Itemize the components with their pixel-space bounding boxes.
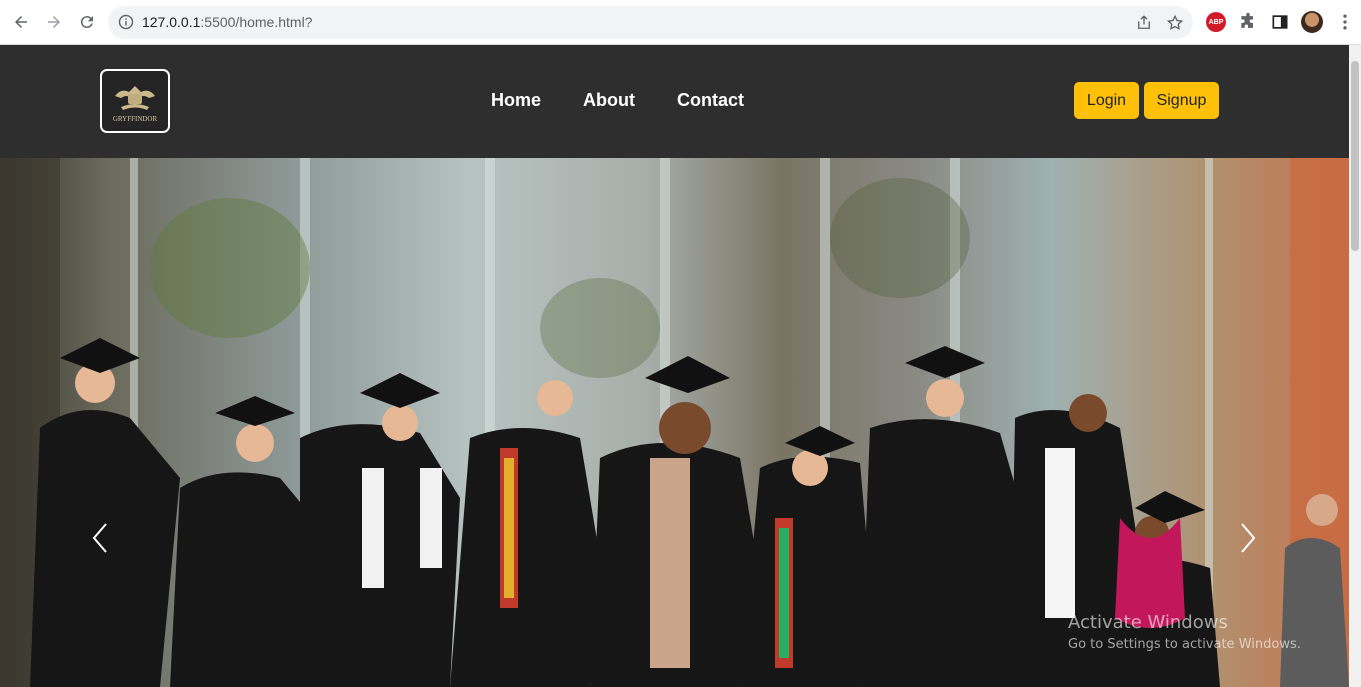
- bookmark-star-icon[interactable]: [1166, 14, 1184, 32]
- login-button[interactable]: Login: [1074, 82, 1139, 119]
- watermark-title: Activate Windows: [1068, 612, 1228, 633]
- profile-avatar[interactable]: [1301, 11, 1323, 33]
- brand-logo[interactable]: GRYFFINDOR: [100, 69, 170, 133]
- site-navbar: GRYFFINDOR Home About Contact Login Sign…: [0, 45, 1349, 158]
- windows-activation-watermark: Activate Windows Go to Settings to activ…: [1068, 612, 1301, 652]
- nav-contact-link[interactable]: Contact: [677, 90, 744, 111]
- reload-icon[interactable]: [75, 10, 99, 34]
- signup-button[interactable]: Signup: [1144, 82, 1219, 119]
- scrollbar-thumb[interactable]: [1351, 61, 1359, 251]
- nav-about-link[interactable]: About: [583, 90, 635, 111]
- site-info-icon[interactable]: [118, 14, 134, 30]
- kebab-menu-icon[interactable]: [1335, 12, 1355, 32]
- adblock-extension-icon[interactable]: ABP: [1206, 12, 1226, 32]
- carousel-prev-icon[interactable]: [86, 518, 116, 558]
- back-icon[interactable]: [9, 10, 33, 34]
- hero-carousel: [0, 158, 1349, 687]
- browser-toolbar: 127.0.0.1:5500/home.html? ABP: [0, 0, 1361, 45]
- extensions-puzzle-icon[interactable]: [1238, 12, 1258, 32]
- forward-icon[interactable]: [42, 10, 66, 34]
- address-bar[interactable]: 127.0.0.1:5500/home.html?: [108, 6, 1193, 39]
- nav-home-link[interactable]: Home: [491, 90, 541, 111]
- logo-text: GRYFFINDOR: [112, 114, 158, 123]
- page-scrollbar[interactable]: [1349, 45, 1361, 687]
- hero-image: [0, 158, 1349, 687]
- crest-icon: [115, 85, 155, 110]
- watermark-subtitle: Go to Settings to activate Windows.: [1068, 637, 1301, 652]
- share-icon[interactable]: [1135, 14, 1153, 32]
- side-panel-icon[interactable]: [1270, 12, 1290, 32]
- carousel-next-icon[interactable]: [1232, 518, 1262, 558]
- url-text: 127.0.0.1:5500/home.html?: [142, 14, 313, 30]
